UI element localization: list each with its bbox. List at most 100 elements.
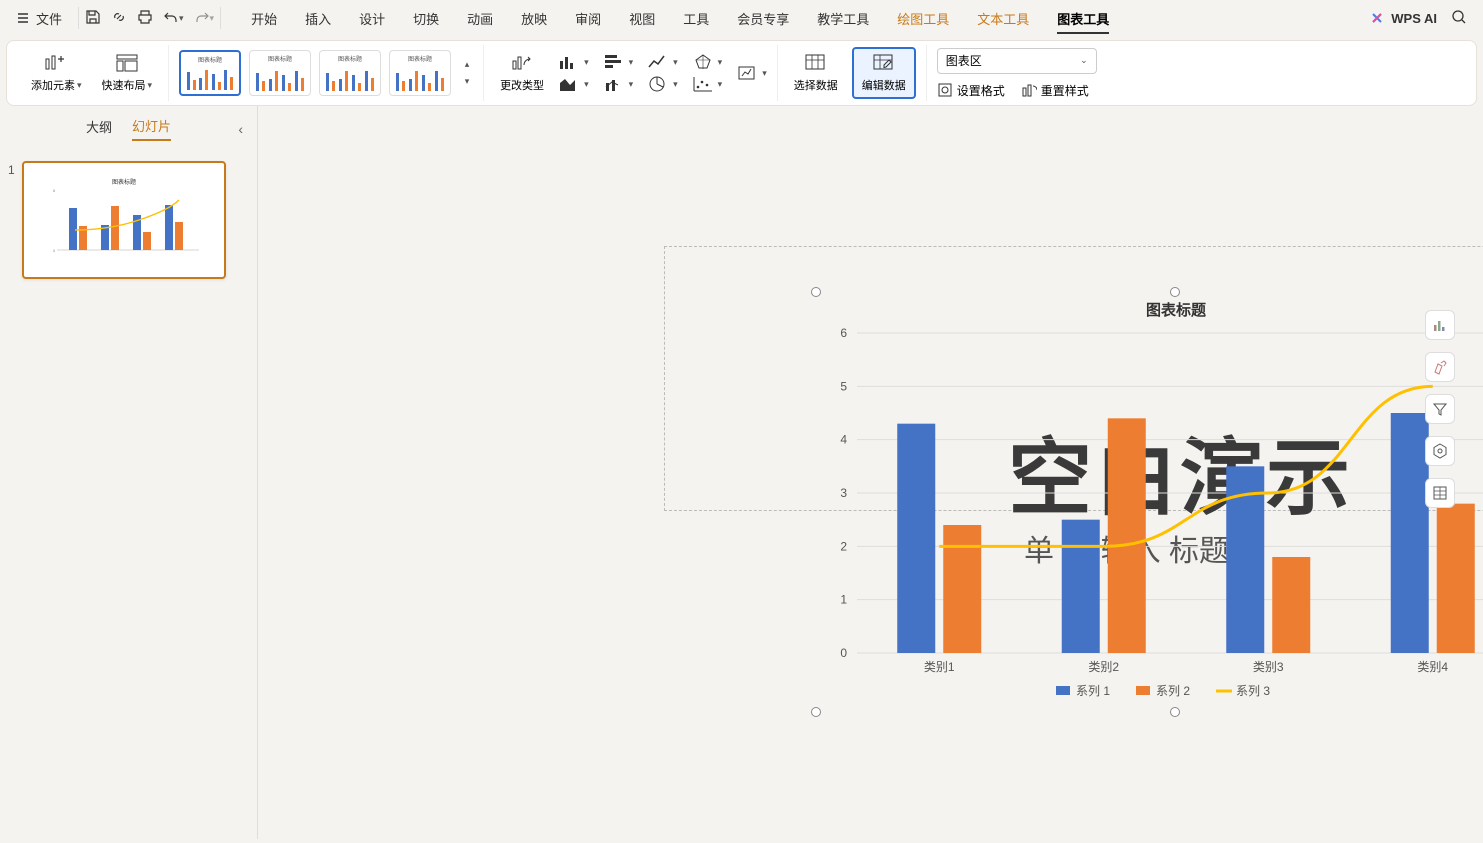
- file-label: 文件: [36, 9, 62, 28]
- chevron-down-icon: ⌄: [1080, 55, 1088, 66]
- reset-style-label: 重置样式: [1041, 82, 1089, 99]
- chart-object[interactable]: 图表标题 0 1 2 3 4 5 6 类别1 类别2 类别3 类别4 系列 1 系列 2 系列 3: [816, 292, 1483, 712]
- svg-text:6: 6: [53, 188, 56, 193]
- redo-icon[interactable]: ▾: [194, 10, 215, 26]
- tab-transition[interactable]: 切换: [399, 3, 453, 34]
- search-icon[interactable]: [1451, 9, 1467, 28]
- resize-handle-tm[interactable]: [1170, 287, 1180, 297]
- wps-ai-button[interactable]: WPS AI: [1369, 10, 1437, 26]
- svg-text:系列 1: 系列 1: [1076, 684, 1110, 698]
- svg-text:6: 6: [840, 326, 847, 340]
- chart-style-4[interactable]: 图表标题: [389, 50, 451, 96]
- svg-text:4: 4: [840, 433, 847, 447]
- bar-chart-icon[interactable]: ▾: [558, 53, 589, 71]
- hbar-chart-icon[interactable]: ▾: [603, 53, 634, 71]
- area-chart-icon[interactable]: ▾: [558, 75, 589, 93]
- slides-panel: 大纲 幻灯片 ‹ 1 图表标题 0 6: [0, 106, 258, 839]
- svg-text:类别1: 类别1: [924, 660, 955, 674]
- quick-layout-label: 快速布局: [102, 77, 146, 93]
- chart-side-tools: [1425, 310, 1455, 508]
- tab-vip[interactable]: 会员专享: [723, 3, 803, 34]
- chart-elements-icon[interactable]: [1425, 310, 1455, 340]
- chart-type-grid: ▾ ▾ ▾ ▾ ▾ ▾ ▾ ▾: [558, 53, 722, 93]
- quick-access: ▾ ▾: [78, 7, 221, 29]
- wps-ai-label: WPS AI: [1391, 11, 1437, 26]
- tab-insert[interactable]: 插入: [291, 3, 345, 34]
- svg-text:图表标题: 图表标题: [112, 178, 136, 186]
- change-type-button[interactable]: 更改类型: [494, 49, 550, 97]
- filter-icon[interactable]: [1425, 394, 1455, 424]
- tab-text-tools[interactable]: 文本工具: [963, 3, 1043, 34]
- svg-text:图表标题: 图表标题: [1146, 301, 1207, 319]
- undo-icon[interactable]: ▾: [163, 10, 184, 26]
- edit-data-button[interactable]: 编辑数据: [852, 47, 916, 99]
- svg-text:0: 0: [53, 248, 56, 253]
- svg-text:3: 3: [840, 486, 847, 500]
- ribbon-tabs: 开始 插入 设计 切换 动画 放映 审阅 视图 工具 会员专享 教学工具 绘图工…: [237, 3, 1357, 34]
- svg-text:0: 0: [840, 646, 847, 660]
- link-icon[interactable]: [111, 9, 127, 28]
- thumbnail-chart: 图表标题 0 6: [39, 172, 209, 268]
- select-data-button[interactable]: 选择数据: [788, 49, 844, 97]
- scatter-chart-icon[interactable]: ▾: [692, 75, 723, 93]
- tab-drawing-tools[interactable]: 绘图工具: [883, 3, 963, 34]
- combo-chart-icon[interactable]: ▾: [603, 75, 634, 93]
- stock-chart-icon[interactable]: ▾: [736, 64, 767, 82]
- slide-thumbnail-1[interactable]: 图表标题 0 6: [22, 161, 226, 279]
- chart-area-select[interactable]: 图表区 ⌄: [937, 48, 1097, 74]
- tab-review[interactable]: 审阅: [561, 3, 615, 34]
- svg-text:类别3: 类别3: [1253, 660, 1284, 674]
- tab-teach[interactable]: 教学工具: [803, 3, 883, 34]
- reset-style-button[interactable]: 重置样式: [1021, 82, 1089, 99]
- svg-text:2: 2: [840, 539, 847, 553]
- tab-tools[interactable]: 工具: [669, 3, 723, 34]
- chart-svg: 图表标题 0 1 2 3 4 5 6 类别1 类别2 类别3 类别4 系列 1 系列 2 系列 3: [817, 293, 1483, 713]
- change-type-label: 更改类型: [500, 77, 544, 93]
- edit-data-label: 编辑数据: [862, 77, 906, 93]
- add-element-label: 添加元素: [31, 77, 75, 93]
- svg-text:类别2: 类别2: [1088, 660, 1119, 674]
- chart-style-1[interactable]: 图表标题: [179, 50, 241, 96]
- resize-handle-bm[interactable]: [1170, 707, 1180, 717]
- svg-text:类别4: 类别4: [1417, 660, 1448, 674]
- set-format-button[interactable]: 设置格式: [937, 82, 1005, 99]
- svg-text:系列 2: 系列 2: [1156, 684, 1190, 698]
- tab-animation[interactable]: 动画: [453, 3, 507, 34]
- menu-bar: 文件 ▾ ▾ 开始 插入 设计 切换 动画 放映 审阅 视图 工具 会员专享 教…: [0, 0, 1483, 36]
- quick-layout-button[interactable]: 快速布局▾: [96, 49, 159, 97]
- save-icon[interactable]: [85, 9, 101, 28]
- outline-tab[interactable]: 大纲: [86, 117, 112, 140]
- print-icon[interactable]: [137, 9, 153, 28]
- collapse-panel-icon[interactable]: ‹: [238, 121, 243, 137]
- slide-number: 1: [8, 163, 15, 177]
- svg-text:系列 3: 系列 3: [1236, 684, 1270, 698]
- slides-tab[interactable]: 幻灯片: [132, 116, 171, 141]
- chart-style-more[interactable]: ▴▾: [461, 50, 473, 96]
- tab-design[interactable]: 设计: [345, 3, 399, 34]
- chart-style-gallery: 图表标题 图表标题 图表标题 图表标题 ▴▾: [179, 50, 473, 96]
- select-data-label: 选择数据: [794, 77, 838, 93]
- svg-text:1: 1: [840, 593, 847, 607]
- svg-text:5: 5: [840, 379, 847, 393]
- tab-view[interactable]: 视图: [615, 3, 669, 34]
- resize-handle-bl[interactable]: [811, 707, 821, 717]
- file-menu[interactable]: 文件: [10, 5, 68, 32]
- data-table-icon[interactable]: [1425, 478, 1455, 508]
- chart-style-3[interactable]: 图表标题: [319, 50, 381, 96]
- workspace: 大纲 幻灯片 ‹ 1 图表标题 0 6: [0, 106, 1483, 839]
- add-element-button[interactable]: 添加元素▾: [25, 49, 88, 97]
- format-brush-icon[interactable]: [1425, 352, 1455, 382]
- chart-style-2[interactable]: 图表标题: [249, 50, 311, 96]
- tab-chart-tools[interactable]: 图表工具: [1043, 3, 1123, 34]
- radar-chart-icon[interactable]: ▾: [692, 53, 723, 71]
- ribbon: 添加元素▾ 快速布局▾ 图表标题 图表标题 图表标题 图表标题 ▴▾ 更改类型 …: [6, 40, 1477, 106]
- chart-area-value: 图表区: [946, 52, 982, 69]
- tab-slideshow[interactable]: 放映: [507, 3, 561, 34]
- line-chart-icon[interactable]: ▾: [647, 53, 678, 71]
- pie-chart-icon[interactable]: ▾: [647, 75, 678, 93]
- settings-hex-icon[interactable]: [1425, 436, 1455, 466]
- set-format-label: 设置格式: [957, 82, 1005, 99]
- tab-start[interactable]: 开始: [237, 3, 291, 34]
- slide-canvas[interactable]: 空白演示 单 此 输入 标题 图表标题0123456类别1类别2类别3类别4系列…: [258, 106, 1483, 839]
- resize-handle-tl[interactable]: [811, 287, 821, 297]
